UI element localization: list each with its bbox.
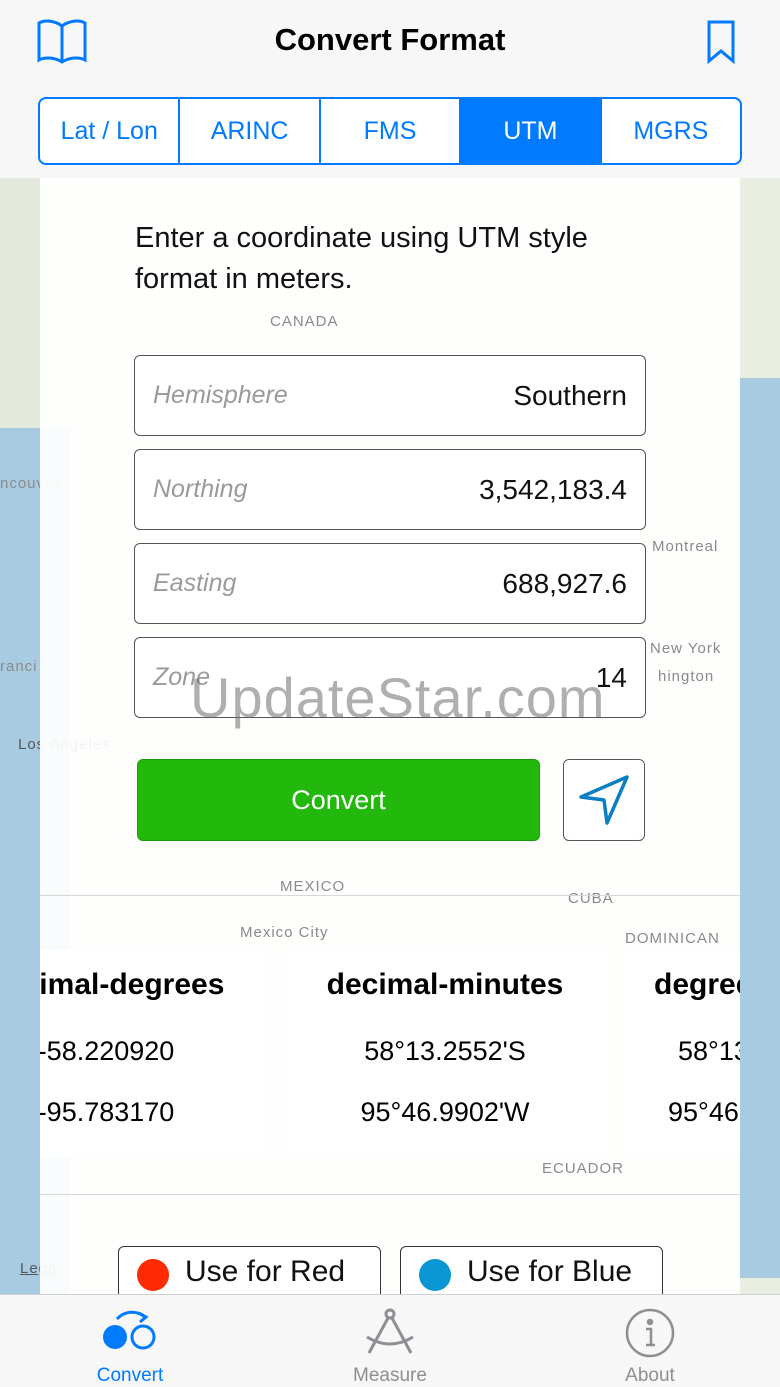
bookmark-icon[interactable] [706, 20, 736, 64]
result-heading: decimal-degrees [40, 968, 225, 1001]
easting-field[interactable]: Easting 688,927.6 [134, 543, 646, 624]
location-arrow-icon [579, 775, 629, 825]
result-card-decimal-minutes[interactable]: decimal-minutes 58°13.2552'S 95°46.9902'… [284, 950, 606, 1156]
northing-value: 3,542,183.4 [479, 473, 627, 505]
tab-label: Convert [96, 1365, 164, 1386]
easting-value: 688,927.6 [502, 567, 627, 599]
watermark: UpdateStar.com [190, 666, 606, 729]
info-icon [625, 1308, 675, 1358]
result-longitude: 95°46' [668, 1097, 740, 1127]
instructions-text: Enter a coordinate using UTM style forma… [135, 222, 588, 295]
map-label-dominican: DOMINICAN [625, 930, 720, 947]
map-label-canada: CANADA [270, 313, 339, 330]
result-heading: degrees-minutes-seconds [654, 968, 740, 1001]
tab-lat-lon[interactable]: Lat / Lon [40, 99, 181, 163]
tab-bar: Convert Measure About [0, 1294, 780, 1387]
result-latitude: -58.220920 [40, 1036, 175, 1066]
tab-mgrs[interactable]: MGRS [602, 99, 740, 163]
tab-utm[interactable]: UTM [461, 99, 602, 163]
hemisphere-value: Southern [513, 379, 627, 411]
map-label-san-francisco: ranci [0, 658, 38, 675]
tab-about[interactable]: About [560, 1295, 740, 1387]
northing-placeholder: Northing [153, 475, 248, 503]
format-segmented-control: Lat / Lon ARINC FMS UTM MGRS [38, 97, 742, 165]
tab-convert[interactable]: Convert [40, 1295, 220, 1387]
divider-bottom [40, 1194, 740, 1195]
tab-label: Measure [353, 1365, 427, 1386]
tab-fms[interactable]: FMS [321, 99, 462, 163]
result-heading: decimal-minutes [326, 968, 564, 1001]
result-longitude: 95°46.9902'W [360, 1097, 530, 1127]
hemisphere-placeholder: Hemisphere [153, 381, 288, 409]
hemisphere-field[interactable]: Hemisphere Southern [134, 355, 646, 436]
northing-field[interactable]: Northing 3,542,183.4 [134, 449, 646, 530]
convert-icon [103, 1310, 156, 1350]
use-for-red-label: Use for Red [185, 1255, 346, 1288]
use-for-blue-button[interactable]: Use for Blue [400, 1246, 663, 1294]
map-label-mexico: MEXICO [280, 878, 346, 895]
easting-placeholder: Easting [153, 569, 237, 597]
map-label-montreal: Montreal [652, 538, 719, 555]
map-ocean-east [740, 378, 780, 1278]
result-latitude: 58°13.2552'S [364, 1036, 526, 1066]
blue-pin-icon [419, 1259, 451, 1291]
map-label-washington: hington [658, 668, 715, 685]
divider-top [40, 895, 740, 896]
result-card-degrees-minutes-seconds[interactable]: degrees-minutes-seconds 58°13' 95°46' [624, 950, 740, 1156]
convert-button[interactable]: Convert [137, 759, 540, 841]
tab-arinc[interactable]: ARINC [180, 99, 321, 163]
result-latitude: 58°13' [678, 1036, 740, 1066]
tab-measure[interactable]: Measure [300, 1295, 480, 1387]
use-for-red-button[interactable]: Use for Red [118, 1246, 381, 1294]
result-card-decimal-degrees[interactable]: decimal-degrees -58.220920 -95.783170 [40, 950, 267, 1156]
map-label-cuba: CUBA [568, 890, 614, 907]
result-longitude: -95.783170 [40, 1097, 175, 1127]
use-for-blue-label: Use for Blue [467, 1255, 633, 1288]
map-label-ecuador: ECUADOR [542, 1160, 625, 1177]
map-label-new-york: New York [650, 640, 722, 657]
locate-button[interactable] [563, 759, 645, 841]
tab-label: About [625, 1365, 675, 1386]
measure-icon [366, 1308, 414, 1354]
red-pin-icon [137, 1259, 169, 1291]
convert-panel: CANADA Montreal New York hington MEXICO … [40, 178, 740, 1294]
map-label-mexico-city: Mexico City [240, 924, 329, 941]
nav-header: Convert Format Lat / Lon ARINC FMS UTM M… [0, 0, 780, 178]
page-title: Convert Format [274, 22, 506, 57]
